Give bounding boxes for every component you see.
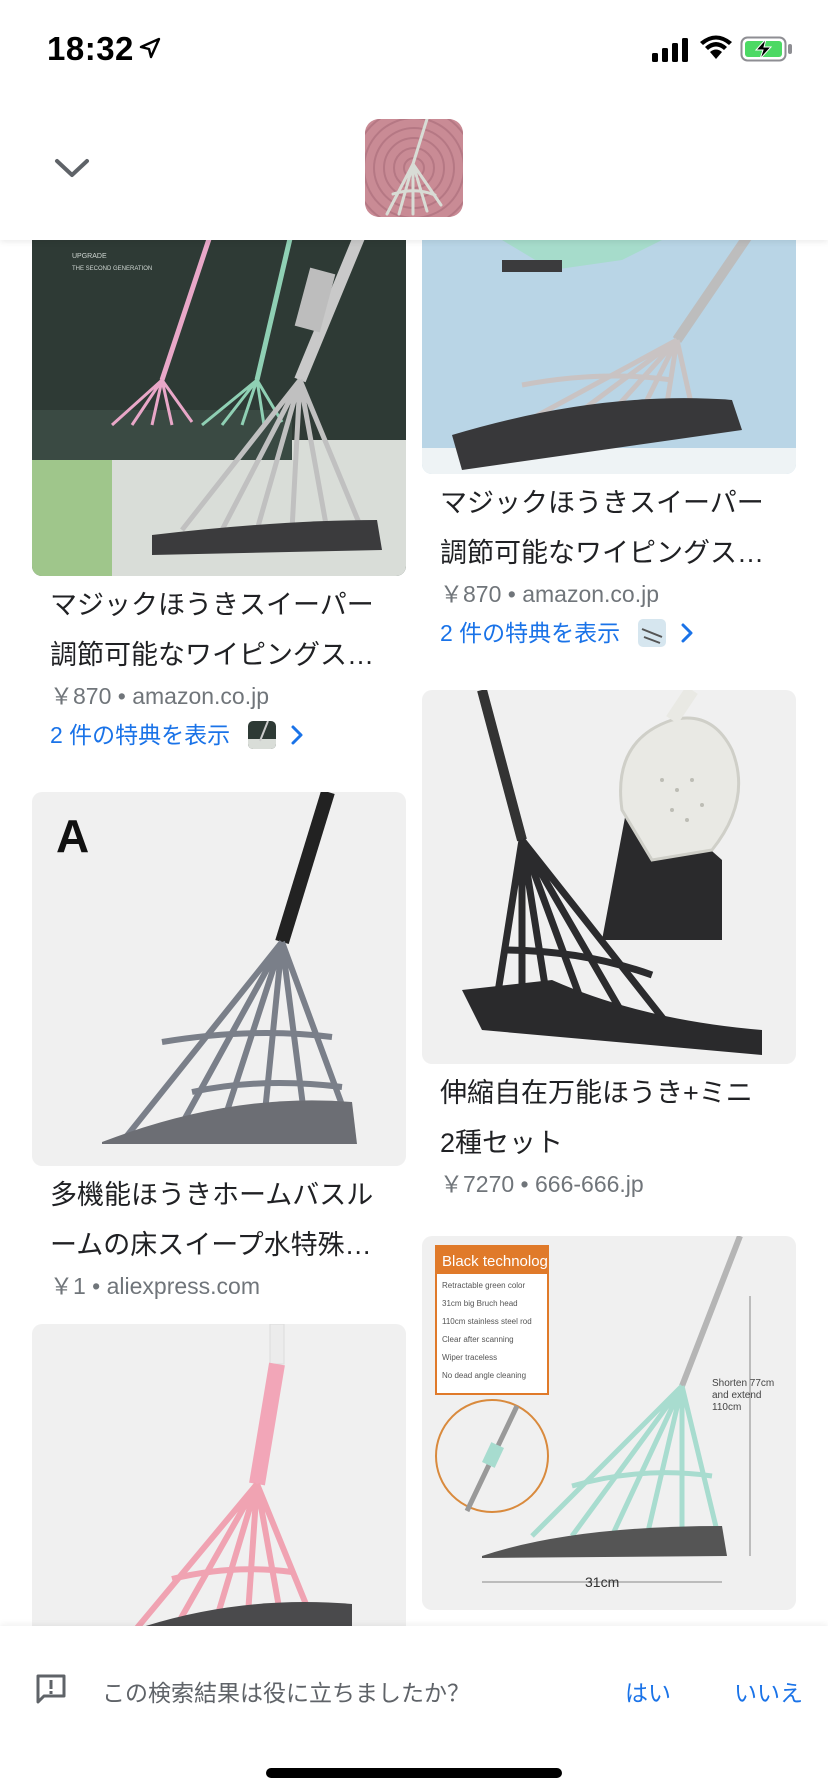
result-title-line: 調節可能なワイピングス… [50, 640, 374, 670]
result-title-line: 調節可能なワイピングス… [440, 538, 764, 568]
result-image[interactable] [422, 240, 796, 474]
result-card[interactable]: A 多機能ほうきホームバスル ームの床スイープ水特殊… ￥1 • aliexpr… [32, 792, 406, 1302]
image-side-note: Shorten 77cm [712, 1378, 774, 1389]
image-results-grid: UPGRADE THE SECOND GENERATION マジックほうきスイー… [0, 240, 828, 1626]
result-title-line: 多機能ほうきホームバスル [50, 1180, 374, 1210]
image-feature: No dead angle cleaning [442, 1371, 526, 1380]
result-title[interactable]: 伸縮自在万能ほうき+ミニ 2種セット [422, 1068, 796, 1168]
image-feature: 31cm big Bruch head [442, 1299, 518, 1308]
result-image-letter: A [56, 810, 89, 862]
svg-text:THE SECOND GENERATION: THE SECOND GENERATION [72, 266, 152, 272]
image-feature: Retractable green color [442, 1281, 525, 1290]
image-feature: 110cm stainless steel rod [442, 1317, 532, 1326]
status-time: 18:32 [47, 30, 134, 67]
results-header [0, 100, 828, 240]
image-feature: Clear after scanning [442, 1335, 514, 1344]
chevron-down-icon [55, 159, 89, 177]
result-title-line: マジックほうきスイーパー [440, 488, 764, 518]
result-title-line: 伸縮自在万能ほうき+ミニ [440, 1078, 753, 1108]
cellular-signal-icon [652, 38, 688, 62]
offer-thumbnail [248, 721, 277, 749]
offers-label: 2 件の特典を表示 [50, 722, 231, 748]
location-arrow-icon [139, 37, 161, 59]
svg-text:UPGRADE: UPGRADE [72, 253, 107, 260]
result-card[interactable] [32, 1324, 406, 1626]
feedback-icon [36, 1674, 66, 1704]
image-feature: Wiper traceless [442, 1353, 497, 1362]
feedback-no-button[interactable]: いいえ [734, 1674, 803, 1708]
result-title[interactable]: マジックほうきスイーパー 調節可能なワイピングス… [32, 580, 406, 680]
result-card[interactable]: 伸縮自在万能ほうき+ミニ 2種セット ￥7270 • 666-666.jp [422, 690, 796, 1200]
result-title-line: 2種セット [440, 1128, 564, 1158]
result-image[interactable]: A [32, 792, 406, 1166]
image-side-note: 110cm [712, 1402, 741, 1413]
result-image[interactable]: Black technolog Retractable green color … [422, 1236, 796, 1610]
offers-link[interactable]: 2 件の特典を表示 [32, 718, 406, 752]
collapse-button[interactable] [44, 140, 100, 196]
result-image[interactable] [32, 1324, 406, 1626]
feedback-question: この検索結果は役に立ちましたか？ [102, 1680, 470, 1706]
offers-label: 2 件の特典を表示 [440, 620, 621, 646]
image-side-note: and extend [712, 1390, 762, 1401]
result-title-line: マジックほうきスイーパー [50, 590, 374, 620]
result-title[interactable]: マジックほうきスイーパー 調節可能なワイピングス… [422, 478, 796, 578]
result-meta: ￥870 • amazon.co.jp [440, 581, 660, 607]
chevron-right-icon [291, 725, 303, 745]
result-meta: ￥7270 • 666-666.jp [440, 1171, 644, 1197]
result-meta: ￥1 • aliexpress.com [50, 1273, 261, 1299]
battery-charging-icon [740, 36, 792, 62]
result-title[interactable]: 多機能ほうきホームバスル ームの床スイープ水特殊… [32, 1170, 406, 1270]
offers-link[interactable]: 2 件の特典を表示 [422, 616, 796, 650]
result-image[interactable]: UPGRADE THE SECOND GENERATION [32, 240, 406, 576]
wifi-icon [700, 35, 732, 59]
status-bar: 18:32 [0, 0, 828, 100]
image-heading: Black technolog [442, 1253, 548, 1270]
image-dimension: 31cm [585, 1574, 619, 1590]
result-meta: ￥870 • amazon.co.jp [50, 683, 270, 709]
chevron-right-icon [681, 623, 693, 643]
home-indicator[interactable] [266, 1768, 562, 1778]
result-title-line: ームの床スイープ水特殊… [50, 1230, 372, 1260]
offer-thumbnail [638, 619, 667, 647]
search-image-thumbnail[interactable] [365, 119, 463, 217]
result-image[interactable] [422, 690, 796, 1064]
result-card[interactable]: マジックほうきスイーパー 調節可能なワイピングス… ￥870 • amazon.… [422, 240, 796, 650]
feedback-yes-button[interactable]: はい [625, 1674, 671, 1708]
result-card[interactable]: Black technolog Retractable green color … [422, 1236, 796, 1610]
feedback-bar: この検索結果は役に立ちましたか？ はい いいえ [0, 1626, 828, 1792]
result-card[interactable]: UPGRADE THE SECOND GENERATION マジックほうきスイー… [32, 240, 406, 752]
